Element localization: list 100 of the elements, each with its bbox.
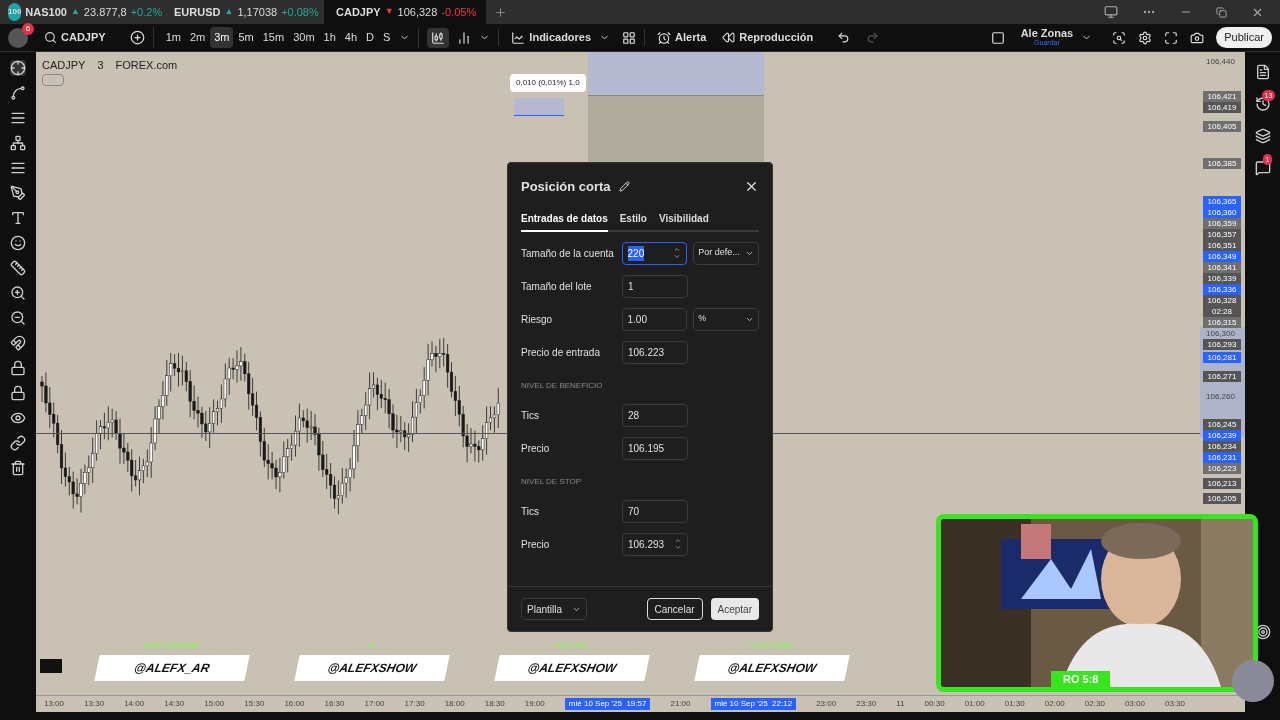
time-label: 02:30	[1084, 698, 1105, 710]
link-icon[interactable]	[10, 435, 26, 451]
fullscreen-icon[interactable]	[1164, 30, 1179, 45]
dialog-tab[interactable]: Visibilidad	[658, 210, 709, 232]
number-field[interactable]: 106.223	[622, 340, 688, 364]
layers-icon[interactable]	[1254, 128, 1271, 144]
undo-icon[interactable]	[837, 31, 851, 44]
redo-icon[interactable]	[866, 31, 880, 44]
time-marker: mié 10 Sep '25 22:12	[710, 698, 797, 710]
smile-icon[interactable]	[10, 235, 26, 251]
measure-tooltip: 0,010 (0,01%) 1,0	[510, 74, 586, 92]
field-label: Riesgo	[521, 312, 554, 327]
camera-icon[interactable]	[1190, 30, 1205, 45]
zoom-in-icon[interactable]	[10, 285, 26, 301]
symbol-search[interactable]: CADJPY	[61, 29, 106, 46]
layouts-icon[interactable]	[622, 30, 637, 45]
settings-icon[interactable]	[1138, 30, 1153, 45]
interval-button[interactable]: 5m	[234, 27, 258, 48]
display-icon[interactable]	[1104, 5, 1118, 19]
lock-icon[interactable]	[10, 385, 26, 401]
ruler-icon[interactable]	[10, 260, 26, 276]
edit-icon[interactable]	[618, 181, 630, 193]
price-tag: 106,421	[1203, 91, 1241, 103]
alarm-clock-icon[interactable]	[657, 30, 672, 45]
eye-icon[interactable]	[10, 410, 26, 426]
number-field[interactable]: 70	[622, 499, 688, 523]
chart-icon[interactable]	[511, 30, 526, 45]
template-select[interactable]: Plantilla	[521, 598, 587, 620]
price-tag: 106,213	[1203, 478, 1241, 490]
new-tab-icon[interactable]	[494, 5, 507, 19]
unit-select[interactable]: %	[693, 307, 759, 331]
lock-icon[interactable]	[10, 360, 26, 376]
number-field[interactable]: 106.195	[622, 436, 688, 460]
crosshair-icon[interactable]	[10, 60, 26, 76]
time-label: 15:30	[244, 698, 265, 710]
number-field[interactable]: 106.293	[622, 532, 688, 556]
price-label: 106,260	[1206, 390, 1235, 402]
layout-icon[interactable]	[990, 30, 1005, 45]
price-tag: 106,234	[1203, 441, 1241, 453]
list-icon[interactable]	[10, 160, 26, 176]
accept-button[interactable]: Aceptar	[710, 598, 759, 620]
time-label: 00:30	[924, 698, 945, 710]
price-tag: 106,205	[1203, 493, 1241, 505]
text-icon[interactable]	[10, 210, 26, 226]
interval-button[interactable]: 4h	[340, 27, 362, 48]
rewind-icon[interactable]	[722, 31, 736, 44]
interval-button[interactable]: D	[362, 27, 378, 48]
time-label: 23:30	[856, 698, 877, 710]
interval-button[interactable]: 30m	[289, 27, 319, 48]
interval-button[interactable]: 1m	[161, 27, 185, 48]
price-label: 106,440	[1206, 56, 1235, 67]
interval-button[interactable]: 2m	[185, 27, 210, 48]
search-icon[interactable]	[44, 31, 57, 44]
add-symbol-icon[interactable]	[129, 30, 145, 45]
bars-icon[interactable]	[457, 30, 472, 45]
browser-tab[interactable]: CADJPY ▼ 106,328 -0.05%	[324, 0, 486, 24]
spinner-icon[interactable]	[674, 537, 682, 551]
tab-price: 1,17038	[237, 4, 278, 20]
watchlist-icon[interactable]	[1254, 64, 1271, 80]
interval-button[interactable]: S	[379, 27, 395, 48]
quick-search-icon[interactable]	[1112, 30, 1127, 45]
replay-button[interactable]: Reproducción	[739, 29, 814, 46]
pen-icon[interactable]	[10, 185, 26, 201]
publish-button[interactable]: Publicar	[1216, 27, 1272, 48]
magnet-icon[interactable]	[10, 335, 26, 351]
trend-arrow: ▼	[384, 5, 394, 19]
time-label: 14:30	[164, 698, 185, 710]
chat-icon[interactable]	[1254, 160, 1271, 176]
number-field[interactable]: 1	[622, 274, 688, 298]
zoom-out-icon[interactable]	[10, 310, 26, 326]
number-field[interactable]: 220	[621, 241, 688, 265]
social-handle: @ALEFX_AR	[94, 655, 250, 681]
pattern-icon[interactable]	[10, 135, 26, 151]
interval-button[interactable]: 3m	[210, 27, 234, 48]
time-label: 17:30	[404, 698, 425, 710]
spinner-icon[interactable]	[673, 246, 682, 260]
price-tag: 106,293	[1203, 338, 1241, 350]
toggle-icon[interactable]	[42, 74, 64, 86]
field-label: Precio	[521, 537, 551, 552]
interval-button[interactable]: 1h	[319, 27, 340, 48]
field-label: Tamaño de la cuenta	[521, 246, 615, 261]
candles-icon[interactable]	[427, 27, 450, 48]
number-field[interactable]: 28	[622, 403, 688, 427]
avatar[interactable]	[8, 27, 28, 48]
trend-line-icon[interactable]	[10, 85, 26, 101]
indicators-button[interactable]: Indicadores	[529, 29, 592, 46]
price-tag: 106,360	[1203, 206, 1241, 218]
clock-icon[interactable]	[1254, 96, 1271, 112]
restore-icon[interactable]	[1216, 6, 1227, 18]
lines-icon[interactable]	[10, 110, 26, 126]
number-field[interactable]: 1.00	[621, 307, 688, 331]
price-tag: 106,385	[1203, 158, 1241, 170]
alert-button[interactable]: Alerta	[675, 29, 707, 46]
trash-icon[interactable]	[10, 460, 26, 476]
interval-button[interactable]: 15m	[258, 27, 289, 48]
unit-select[interactable]: Por defe...	[693, 241, 759, 265]
dialog-tab[interactable]: Estilo	[619, 210, 647, 232]
price-tag: 106,336	[1203, 283, 1241, 295]
cancel-button[interactable]: Cancelar	[646, 598, 703, 620]
dialog-tab[interactable]: Entradas de datos	[521, 210, 608, 232]
